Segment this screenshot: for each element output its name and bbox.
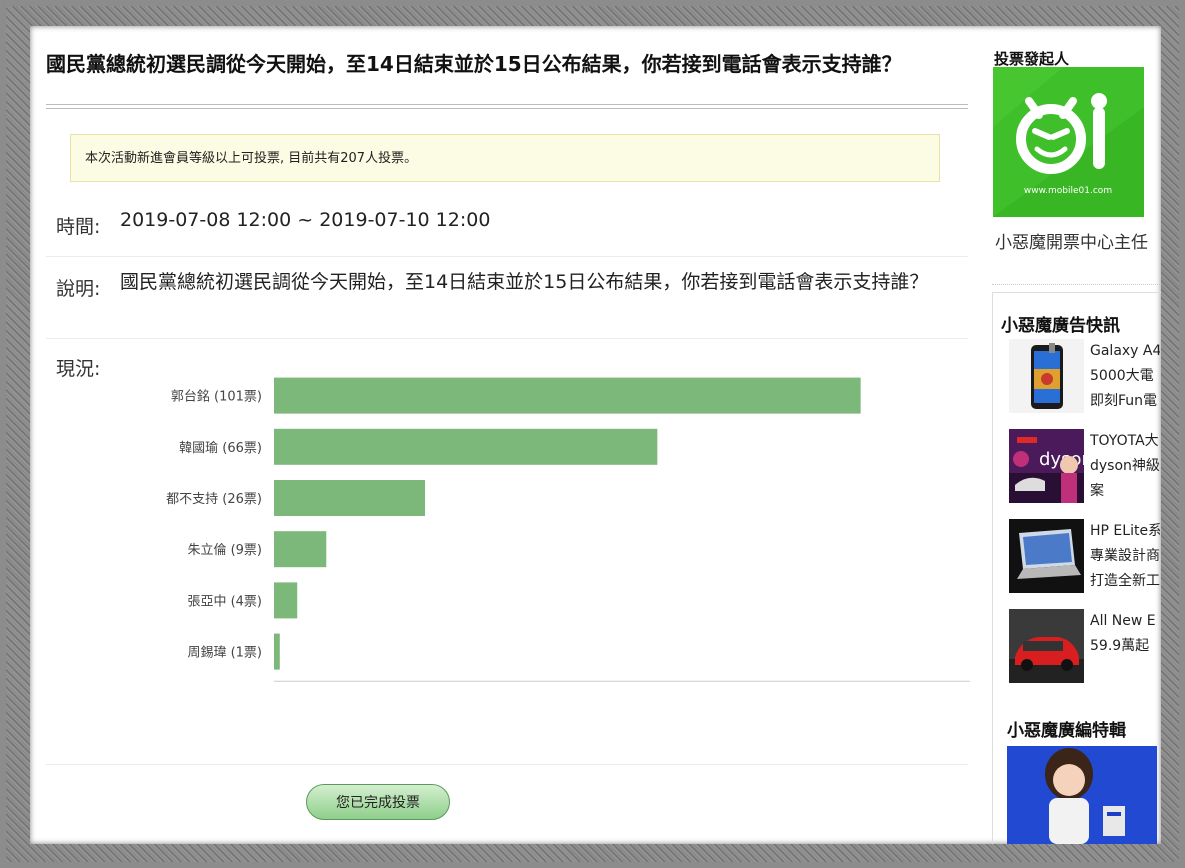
poll-main: 國民黨總統初選民調從今天開始，至14日結束並於15日公布結果，你若接到電話會表示… (30, 26, 978, 844)
poll-title: 國民黨總統初選民調從今天開始，至14日結束並於15日公布結果，你若接到電話會表示… (46, 52, 902, 76)
chart-bar (274, 582, 298, 619)
ad-item[interactable]: Galaxy A4 5000大電 即刻Fun電 (1009, 339, 1161, 415)
status-label: 現況: (56, 358, 101, 380)
chart-bar (274, 531, 327, 568)
time-value: 2019-07-08 12:00 ~ 2019-07-10 12:00 (120, 209, 491, 231)
ad-news-heading: 小惡魔廣告快訊 (1001, 316, 1120, 336)
ad-item[interactable]: All New E 59.9萬起 (1009, 609, 1161, 685)
mobile01-logo[interactable]: www.mobile01.com (993, 67, 1144, 217)
chart-bar (274, 428, 658, 465)
phone-ad-image[interactable] (1009, 339, 1084, 413)
ad-text-link[interactable]: HP ELite系 專業設計商 打造全新工 (1090, 519, 1160, 594)
laptop-ad-image[interactable] (1009, 519, 1084, 593)
ad-text-link[interactable]: All New E 59.9萬起 (1090, 609, 1160, 659)
category-label: 周錫瑋 (1票) (187, 646, 262, 661)
chart-bar (274, 377, 861, 414)
chart-bar (274, 633, 280, 670)
special-feature-heading: 小惡魔廣編特輯 (1007, 721, 1126, 741)
title-divider (46, 104, 968, 109)
logo-url: www.mobile01.com (1024, 186, 1112, 196)
sidebar: 投票發起人 www.mobile01.com 小惡魔開票中心主任 小惡魔廣告快訊… (978, 26, 1161, 844)
ad-text-link[interactable]: TOYOTA大 dyson神級 案 (1090, 429, 1160, 504)
category-label: 朱立倫 (9票) (187, 543, 262, 558)
category-label: 都不支持 (26票) (166, 492, 262, 507)
vote-notice: 本次活動新進會員等級以上可投票, 目前共有207人投票。 (70, 134, 940, 182)
ad-text-link[interactable]: Galaxy A4 5000大電 即刻Fun電 (1090, 339, 1160, 414)
initiator-heading: 投票發起人 (994, 50, 1070, 68)
mobile01-logo-icon: www.mobile01.com (993, 67, 1144, 217)
page-frame: 國民黨總統初選民調從今天開始，至14日結束並於15日公布結果，你若接到電話會表示… (6, 6, 1179, 862)
car-ad-image[interactable] (1009, 609, 1084, 683)
initiator-name-link[interactable]: 小惡魔開票中心主任 (995, 228, 1148, 253)
results-bar-chart: 郭台銘 (101票) 韓國瑜 (66票) 都不支持 (26票) 朱立倫 (9票) 張亞中… (166, 377, 970, 682)
description-value: 國民黨總統初選民調從今天開始，至14日結束並於15日公布結果，你若接到電話會表示… (120, 271, 929, 293)
description-label: 說明: (56, 278, 101, 300)
dotted-divider (992, 284, 1161, 285)
special-feature-image[interactable] (1007, 746, 1157, 844)
ad-item[interactable]: dyson TOYOTA大 dyson神級 案 (1009, 429, 1161, 505)
divider (992, 692, 993, 844)
vote-completed-button[interactable]: 您已完成投票 (306, 784, 450, 820)
ad-item[interactable]: HP ELite系 專業設計商 打造全新工 (1009, 519, 1161, 595)
category-label: 郭台銘 (101票) (171, 389, 262, 405)
category-label: 張亞中 (4票) (187, 594, 262, 609)
divider (46, 256, 968, 257)
divider (46, 764, 968, 765)
time-label: 時間: (56, 216, 101, 238)
page-content: 國民黨總統初選民調從今天開始，至14日結束並於15日公布結果，你若接到電話會表示… (30, 26, 1161, 844)
chart-bar (274, 480, 426, 516)
category-label: 韓國瑜 (66票) (179, 441, 262, 456)
ad-news-panel: 小惡魔廣告快訊 Galaxy A4 5000大電 即刻Fun電 dy TOYOT… (992, 292, 1161, 693)
dyson-ad-image[interactable]: dyson (1009, 429, 1084, 503)
divider (46, 338, 968, 339)
